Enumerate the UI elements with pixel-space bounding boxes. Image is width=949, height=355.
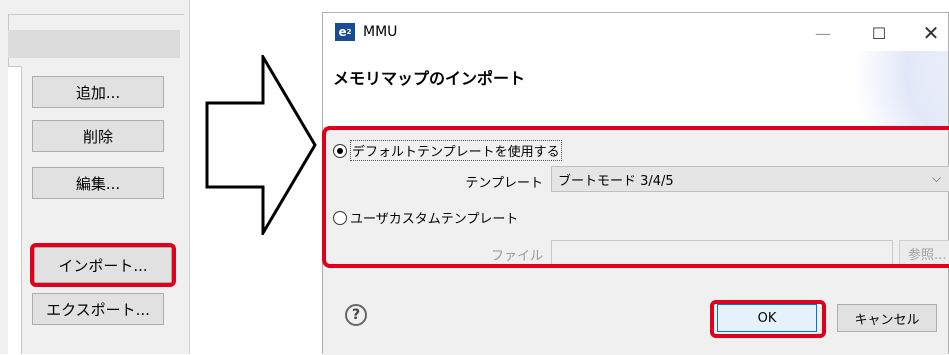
app-logo-icon: e2: [335, 23, 355, 41]
dialog-body: デフォルトテンプレートを使用する テンプレート ブートモード 3/4/5 ⌵ ユ…: [323, 127, 949, 355]
custom-template-label: ユーザカスタムテンプレート: [350, 212, 519, 227]
chevron-down-icon[interactable]: ⌵: [932, 171, 941, 186]
minimize-icon[interactable]: —: [803, 19, 843, 47]
file-field-label: ファイル: [490, 249, 543, 264]
custom-template-radio[interactable]: ユーザカスタムテンプレート: [333, 208, 518, 227]
right-arrow-icon: [205, 55, 317, 235]
mmu-dialog: e2 MMU — ☐ ✕ メモリマップのインポート デフォルトテンプレートを使用…: [322, 12, 949, 355]
ok-button[interactable]: OK: [717, 304, 817, 332]
import-button[interactable]: インポート...: [34, 247, 172, 283]
file-path-input[interactable]: [551, 240, 893, 266]
edit-button[interactable]: 編集...: [32, 167, 164, 199]
window-title: MMU: [363, 24, 398, 40]
delete-button[interactable]: 削除: [32, 120, 164, 152]
left-panel: 追加... 削除 編集... インポート... エクスポート...: [0, 0, 190, 354]
browse-button[interactable]: 参照...: [899, 240, 949, 266]
table-body: [8, 66, 22, 354]
banner-decoration: [833, 51, 948, 127]
dialog-banner: メモリマップのインポート: [323, 51, 948, 127]
template-select[interactable]: ブートモード 3/4/5 ⌵: [551, 166, 949, 192]
add-button[interactable]: 追加...: [32, 76, 164, 108]
help-icon[interactable]: ?: [345, 304, 367, 326]
dialog-heading: メモリマップのインポート: [333, 69, 526, 88]
maximize-icon[interactable]: ☐: [859, 19, 899, 47]
table-header: [8, 30, 180, 58]
title-bar: e2 MMU — ☐ ✕: [323, 13, 948, 51]
export-button[interactable]: エクスポート...: [32, 293, 164, 325]
template-select-value: ブートモード 3/4/5: [558, 173, 674, 189]
close-icon[interactable]: ✕: [911, 19, 949, 47]
template-field-label: テンプレート: [465, 176, 543, 191]
radio-unchecked-icon[interactable]: [333, 210, 347, 225]
default-template-label: デフォルトテンプレートを使用する: [350, 140, 562, 161]
cancel-button[interactable]: キャンセル: [837, 304, 937, 332]
radio-checked-icon[interactable]: [333, 143, 347, 158]
default-template-radio[interactable]: デフォルトテンプレートを使用する: [333, 140, 562, 161]
